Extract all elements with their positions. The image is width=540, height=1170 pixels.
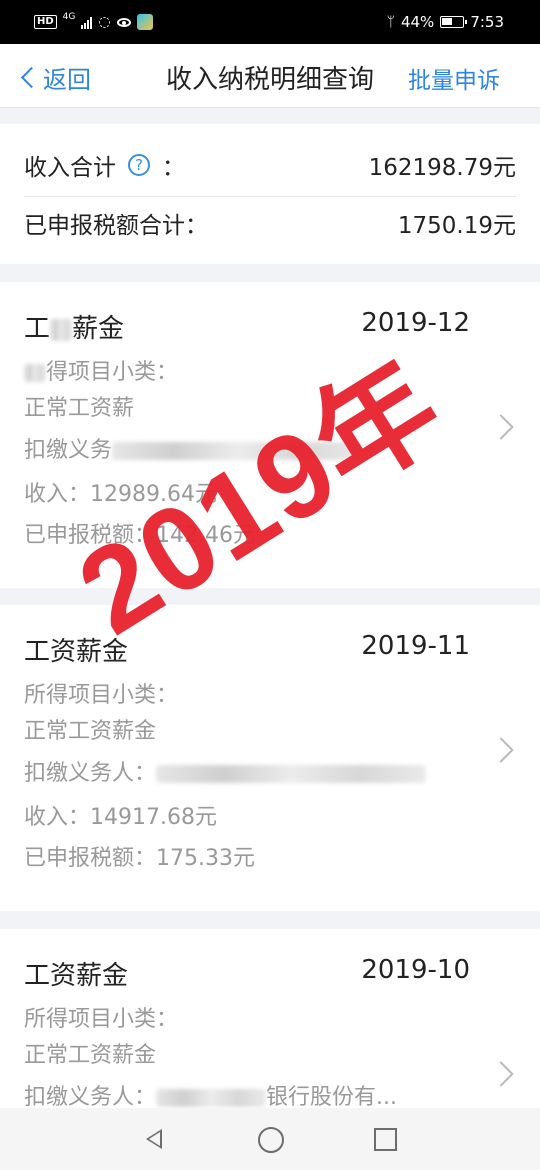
- blurred-text: [156, 1089, 267, 1107]
- withholder-label: 扣缴义务人：: [24, 1085, 157, 1108]
- record-type-end: 薪金: [72, 314, 125, 344]
- eye-icon: [116, 17, 131, 27]
- tax-label: 已申报税额：: [24, 846, 157, 871]
- record-card[interactable]: 工薪金 2019-12 得项目小类： 正常工资薪 扣缴义务 收入：12989.6…: [0, 282, 540, 588]
- withholder-label: 扣缴义务人：: [24, 761, 157, 786]
- app-icon: [136, 14, 153, 30]
- income-label: 收入：: [24, 482, 91, 507]
- blurred-text: [50, 318, 73, 341]
- battery-icon: [440, 16, 468, 28]
- tax-total-value: 1750.19元: [397, 213, 516, 239]
- record-date: 2019-12: [361, 308, 470, 338]
- tax-value: 142.46元: [156, 523, 255, 548]
- record-type: 工资薪金: [24, 637, 129, 667]
- blurred-withholder-value: [156, 765, 427, 783]
- chevron-right-icon: [488, 414, 514, 440]
- withholder-row: 扣缴义务人：: [24, 755, 427, 787]
- recents-square-icon[interactable]: [374, 1128, 397, 1151]
- income-row: 收入：14917.68元: [24, 799, 217, 831]
- batch-appeal-button[interactable]: 批量申诉: [408, 61, 500, 95]
- sub-category-value: 正常工资薪: [24, 396, 135, 421]
- income-value: 12989.64元: [90, 482, 217, 507]
- tax-row: 已申报税额：142.46元: [24, 517, 255, 549]
- record-type: 工薪金: [24, 308, 124, 345]
- signal-icon: [81, 16, 93, 29]
- record-date: 2019-11: [361, 631, 470, 661]
- clock: 7:53: [470, 13, 504, 31]
- nav-bar: 返回 收入纳税明细查询 批量申诉: [0, 44, 540, 108]
- help-icon[interactable]: ?: [128, 154, 150, 176]
- income-total-value: 162198.79元: [368, 155, 516, 181]
- income-total-row: 收入合计 ? ： 162198.79元: [24, 148, 516, 197]
- tax-value: 175.33元: [156, 846, 255, 871]
- record-type-start: 工: [24, 314, 51, 344]
- record-card[interactable]: 工资薪金 2019-10 所得项目小类： 正常工资薪金 扣缴义务人： 银行股份有.…: [0, 929, 540, 1108]
- tax-row: 已申报税额：175.33元: [24, 840, 255, 872]
- income-label: 收入：: [24, 805, 91, 830]
- income-row: 收入：12989.64元: [24, 476, 217, 508]
- blurred-withholder-value: [112, 442, 363, 460]
- network-type-label: 4G: [62, 12, 76, 22]
- chevron-right-icon: [488, 737, 514, 763]
- blurred-text: [24, 364, 46, 382]
- sub-category-value: 正常工资薪金: [24, 1043, 157, 1068]
- back-triangle-icon[interactable]: [146, 1129, 162, 1149]
- battery-percent: 44%: [400, 13, 435, 31]
- sub-category-label: 所得项目小类：: [24, 683, 179, 708]
- sub-category-label-text: 得项目小类：: [46, 360, 179, 385]
- withholder-row: 扣缴义务人： 银行股份有...: [24, 1079, 397, 1108]
- status-bar: HD 4G ◌ ᛘ 44% 7:53: [0, 0, 540, 44]
- tax-total-label: 已申报税额合计：: [24, 213, 208, 239]
- withholder-row: 扣缴义务: [24, 432, 363, 464]
- system-nav-bar: [0, 1108, 540, 1170]
- income-total-label: 收入合计: [24, 155, 116, 181]
- page-title-text: 收入纳税明细查询: [165, 65, 374, 95]
- hd-icon: HD: [34, 15, 57, 29]
- summary-panel: 收入合计 ? ： 162198.79元 已申报税额合计： 1750.19元: [0, 124, 540, 264]
- tax-label: 已申报税额：: [24, 523, 157, 548]
- income-value: 14917.68元: [90, 805, 217, 830]
- bluetooth-icon: ᛘ: [386, 14, 395, 30]
- home-circle-icon[interactable]: [258, 1127, 284, 1153]
- wifi-icon: ◌: [98, 14, 111, 30]
- tax-total-row: 已申报税额合计： 1750.19元: [24, 206, 516, 240]
- withholder-value: 银行股份有...: [266, 1085, 397, 1108]
- chevron-right-icon: [488, 1061, 514, 1087]
- sub-category-label: 所得项目小类：: [24, 1007, 179, 1032]
- record-type: 工资薪金: [24, 961, 129, 991]
- income-total-colon: ：: [162, 155, 185, 181]
- sub-category-label: 得项目小类：: [24, 354, 178, 386]
- record-date: 2019-10: [361, 955, 470, 985]
- withholder-label: 扣缴义务: [24, 438, 113, 463]
- record-card[interactable]: 工资薪金 2019-11 所得项目小类： 正常工资薪金 扣缴义务人： 收入：14…: [0, 605, 540, 911]
- sub-category-value: 正常工资薪金: [24, 719, 157, 744]
